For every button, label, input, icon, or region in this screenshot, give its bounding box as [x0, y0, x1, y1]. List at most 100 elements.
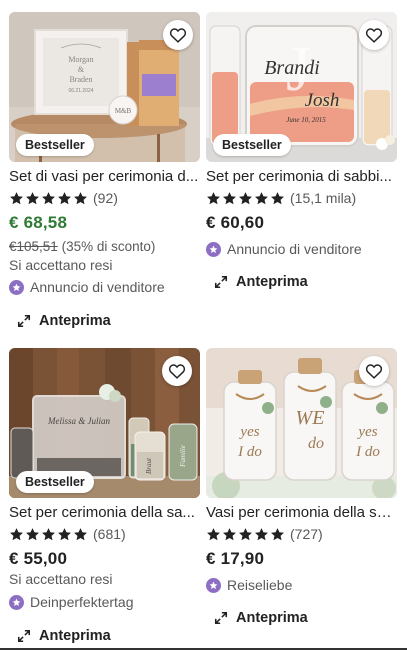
bestseller-badge: Bestseller [213, 134, 291, 156]
frame-name-2: Braden [69, 75, 92, 84]
jar-label-2: Familie [179, 445, 187, 468]
preview-button[interactable]: Anteprima [214, 610, 308, 626]
heart-icon [169, 28, 187, 43]
ad-text: Annuncio di venditore [30, 279, 165, 295]
jar-1-word-1: yes [238, 424, 259, 440]
favorite-button[interactable] [163, 20, 193, 50]
ad-label: Annuncio di venditore [206, 241, 362, 257]
star-icon [255, 527, 268, 540]
jar-3-word-1: yes [356, 424, 377, 440]
star-icon [26, 191, 39, 204]
star-icon [239, 191, 252, 204]
listing-card[interactable]: yes I do WE do yes I do Vasi per cerimon… [206, 348, 397, 638]
preview-label: Anteprima [236, 274, 308, 290]
price: € 17,90 [206, 549, 265, 568]
jar-name-1: Brandi [264, 57, 320, 79]
listing-title[interactable]: Set per cerimonia di sabbi... [206, 168, 397, 186]
heart-icon [365, 28, 383, 43]
frame-name-1: Morgan [68, 55, 93, 64]
listing-card[interactable]: Morgan & Braden 06.21.2024 M&B Bestselle… [9, 12, 200, 342]
star-badge-icon [9, 594, 24, 610]
rating-count: (727) [290, 526, 323, 542]
rating: (681) [9, 526, 126, 542]
listing-title[interactable]: Vasi per cerimonia della sa... [206, 504, 397, 522]
preview-label: Anteprima [39, 313, 111, 329]
favorite-button[interactable] [359, 20, 389, 50]
price: € 60,60 [206, 213, 265, 232]
star-icon [207, 191, 220, 204]
listing-title[interactable]: Set per cerimonia della sa... [9, 504, 200, 522]
listing-card[interactable]: Melissa & Julian Braut Familie Bestselle… [9, 348, 200, 648]
rating-stars [9, 191, 88, 206]
star-icon [271, 527, 284, 540]
star-icon [26, 527, 39, 540]
jar-name-2: Josh [305, 90, 340, 111]
star-icon [42, 527, 55, 540]
returns-note: Si accettano resi [9, 257, 113, 273]
preview-button[interactable]: Anteprima [214, 274, 308, 290]
rating-count: (15,1 mila) [290, 190, 357, 206]
bestseller-badge: Bestseller [16, 471, 94, 493]
rating: (15,1 mila) [206, 190, 356, 206]
star-icon [207, 527, 220, 540]
star-icon [223, 527, 236, 540]
tag-text: M&B [115, 107, 132, 115]
returns-note: Si accettano resi [9, 571, 113, 587]
star-icon [58, 527, 71, 540]
star-icon [223, 191, 236, 204]
star-icon [255, 191, 268, 204]
heart-icon [365, 364, 383, 379]
star-badge-icon [206, 577, 221, 593]
favorite-button[interactable] [162, 356, 192, 386]
ad-label: Reiseliebe [206, 577, 292, 593]
jar-1-word-2: I do [237, 444, 262, 460]
ad-label: Annuncio di venditore [9, 279, 165, 295]
heart-icon [168, 364, 186, 379]
star-icon [74, 191, 87, 204]
frame-ampersand: & [78, 65, 85, 74]
discount-label: (35% di sconto) [61, 239, 156, 254]
ad-label: Deinperfektertag [9, 594, 134, 610]
rating-stars [206, 527, 285, 542]
listing-title[interactable]: Set di vasi per cerimonia d... [9, 168, 200, 186]
rating-count: (92) [93, 190, 118, 206]
jar-2-word-2: do [308, 435, 324, 452]
preview-button[interactable]: Anteprima [17, 628, 111, 644]
rating-stars [206, 191, 285, 206]
original-price-value: €105,51 [9, 239, 58, 254]
jar-label-1: Braut [145, 457, 153, 474]
ad-text: Reiseliebe [227, 577, 293, 593]
rating: (727) [206, 526, 323, 542]
original-price: €105,51 (35% di sconto) [9, 239, 155, 254]
price: € 55,00 [9, 549, 68, 568]
sale-price: € 68,58 [9, 213, 68, 232]
frame-date: 06.21.2024 [68, 88, 93, 94]
jar-names: Melissa & Julian [47, 416, 110, 426]
preview-label: Anteprima [39, 628, 111, 644]
jar-3-word-2: I do [355, 444, 380, 460]
star-icon [239, 527, 252, 540]
star-icon [58, 191, 71, 204]
preview-button[interactable]: Anteprima [17, 313, 111, 329]
rating: (92) [9, 190, 118, 206]
expand-icon [17, 629, 31, 643]
expand-icon [17, 314, 31, 328]
expand-icon [214, 611, 228, 625]
star-icon [42, 191, 55, 204]
favorite-button[interactable] [359, 356, 389, 386]
star-icon [10, 191, 23, 204]
jar-date: June 10, 2015 [286, 116, 326, 124]
preview-label: Anteprima [236, 610, 308, 626]
rating-count: (681) [93, 526, 126, 542]
bestseller-badge: Bestseller [16, 134, 94, 156]
jar-2-word-1: WE [296, 407, 325, 429]
listing-card[interactable]: J Brandi Josh June 10, 2015 Bestseller S… [206, 12, 397, 302]
ad-text: Annuncio di venditore [227, 241, 362, 257]
star-icon [74, 527, 87, 540]
star-icon [10, 527, 23, 540]
expand-icon [214, 275, 228, 289]
star-badge-icon [9, 279, 24, 295]
star-icon [271, 191, 284, 204]
star-badge-icon [206, 241, 221, 257]
ad-text: Deinperfektertag [30, 594, 134, 610]
